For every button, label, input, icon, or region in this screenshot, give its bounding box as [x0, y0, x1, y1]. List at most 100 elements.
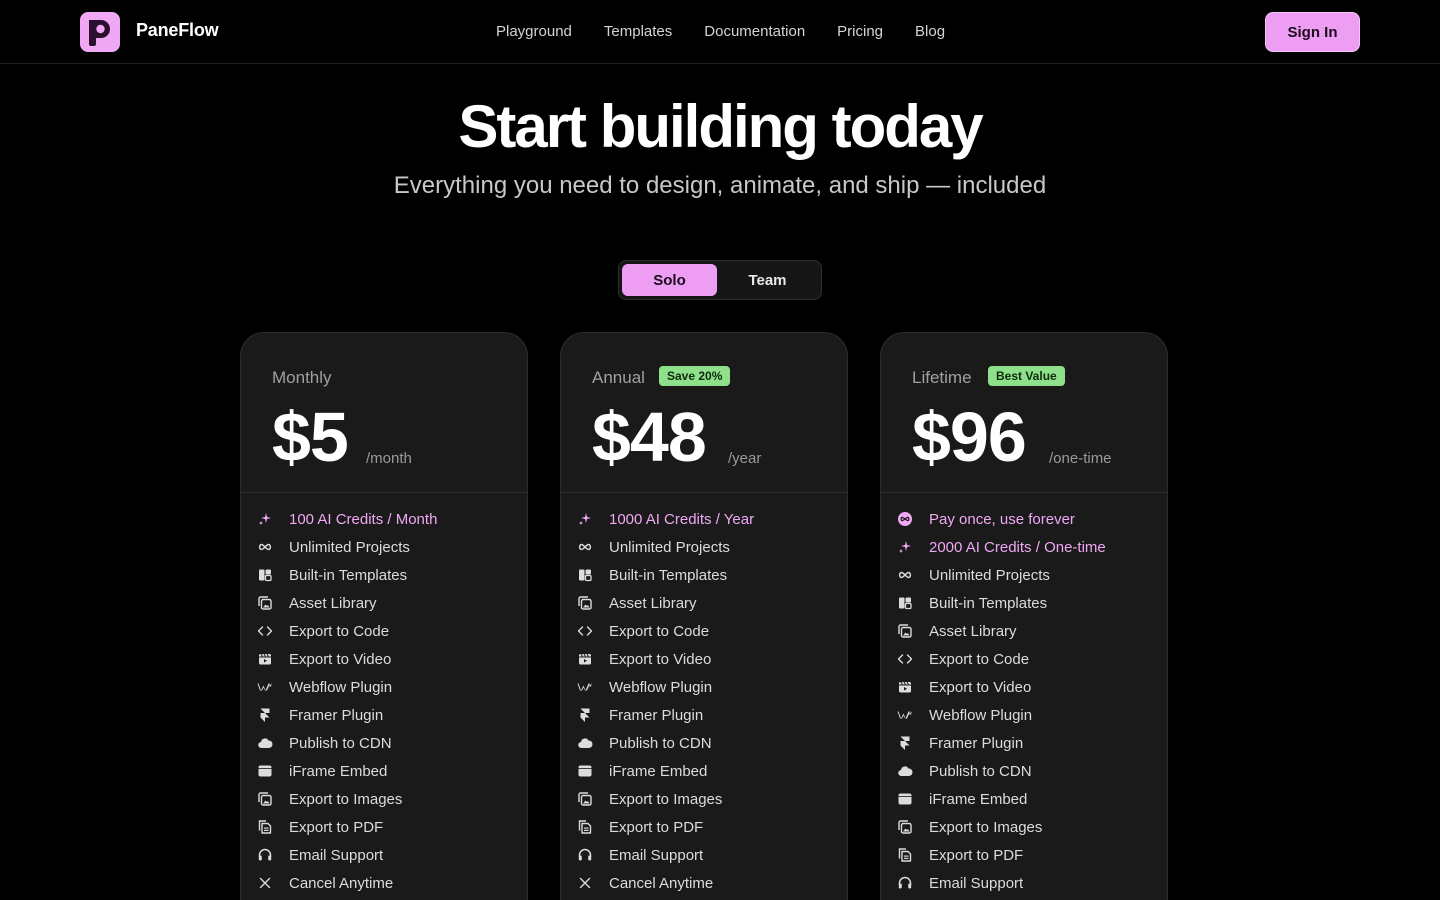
feature-item: Publish to CDN	[577, 729, 837, 757]
plan-name: Monthly	[272, 368, 332, 387]
close-icon	[257, 875, 273, 891]
feature-item: Unlimited Projects	[897, 561, 1157, 589]
pdf-icon	[577, 819, 593, 835]
feature-item: iFrame Embed	[257, 757, 517, 785]
feature-label: Unlimited Projects	[929, 566, 1050, 584]
plan-name: Lifetime	[912, 368, 972, 387]
video-icon	[577, 651, 593, 667]
feature-item: Framer Plugin	[577, 701, 837, 729]
feature-list: 100 AI Credits / Month Unlimited Projects…	[257, 505, 517, 897]
sign-in-button[interactable]: Sign In	[1265, 12, 1360, 52]
feature-label: Built-in Templates	[609, 566, 728, 584]
feature-label: Export to Video	[289, 650, 392, 668]
library-icon	[577, 595, 593, 611]
nav-pricing[interactable]: Pricing	[837, 23, 883, 41]
feature-item: Framer Plugin	[897, 729, 1157, 757]
feature-item: Export to Code	[257, 617, 517, 645]
feature-item: Export to PDF	[257, 813, 517, 841]
infinity-icon	[577, 539, 593, 555]
feature-label: Export to Images	[289, 790, 403, 808]
plan-name: Annual	[592, 368, 645, 387]
feature-label: 2000 AI Credits / One-time	[929, 538, 1106, 556]
images-icon	[577, 791, 593, 807]
plan-card-header: Monthly $5 /month	[241, 333, 527, 493]
toggle-solo[interactable]: Solo	[622, 264, 717, 296]
feature-label: Framer Plugin	[289, 706, 384, 724]
feature-item: Export to PDF	[577, 813, 837, 841]
cloud-icon	[577, 735, 593, 751]
sparkle-icon	[257, 511, 273, 527]
window-icon	[257, 763, 273, 779]
feature-item: Built-in Templates	[897, 589, 1157, 617]
feature-item: Export to Images	[577, 785, 837, 813]
feature-list: Pay once, use forever 2000 AI Credits / O…	[897, 505, 1157, 897]
feature-label: Asset Library	[929, 622, 1017, 640]
plan-period: /month	[366, 450, 412, 467]
feature-item: Publish to CDN	[897, 757, 1157, 785]
framer-icon	[257, 707, 273, 723]
nav-blog[interactable]: Blog	[915, 23, 945, 41]
window-icon	[897, 791, 913, 807]
feature-item: Webflow Plugin	[577, 673, 837, 701]
plan-card-header: Lifetime Best Value $96 /one-time	[881, 333, 1167, 493]
feature-label: Publish to CDN	[609, 734, 712, 752]
nav-documentation[interactable]: Documentation	[704, 23, 805, 41]
feature-item: Email Support	[897, 869, 1157, 897]
code-icon	[897, 651, 913, 667]
template-icon	[577, 567, 593, 583]
feature-item: Framer Plugin	[257, 701, 517, 729]
pdf-icon	[897, 847, 913, 863]
feature-label: Framer Plugin	[929, 734, 1024, 752]
sparkle-icon	[897, 539, 913, 555]
cloud-icon	[897, 763, 913, 779]
headset-icon	[897, 875, 913, 891]
feature-item: iFrame Embed	[577, 757, 837, 785]
code-icon	[577, 623, 593, 639]
nav-templates[interactable]: Templates	[604, 23, 672, 41]
webflow-icon	[897, 707, 913, 723]
feature-label: Export to Code	[609, 622, 710, 640]
toggle-team[interactable]: Team	[720, 264, 815, 296]
feature-label: Cancel Anytime	[289, 874, 394, 892]
feature-item: Export to Video	[577, 645, 837, 673]
paneflow-logo-icon[interactable]	[80, 12, 120, 52]
forever-icon	[897, 511, 913, 527]
feature-label: Pay once, use forever	[929, 510, 1075, 528]
feature-item: Asset Library	[257, 589, 517, 617]
feature-label: iFrame Embed	[929, 790, 1028, 808]
feature-label: Email Support	[609, 846, 704, 864]
brand-name[interactable]: PaneFlow	[136, 20, 219, 41]
plan-type-toggle: Solo Team	[618, 260, 822, 300]
feature-label: 100 AI Credits / Month	[289, 510, 438, 528]
feature-label: Built-in Templates	[929, 594, 1048, 612]
feature-label: iFrame Embed	[609, 762, 708, 780]
template-icon	[257, 567, 273, 583]
feature-label: Cancel Anytime	[609, 874, 714, 892]
feature-item: Cancel Anytime	[577, 869, 837, 897]
window-icon	[577, 763, 593, 779]
close-icon	[577, 875, 593, 891]
feature-label: Publish to CDN	[289, 734, 392, 752]
plan-price: $5	[272, 398, 349, 476]
plan-card-annual: Annual Save 20% $48 /year 1000 AI Credit…	[560, 332, 848, 900]
feature-label: Email Support	[929, 874, 1024, 892]
feature-item: Built-in Templates	[577, 561, 837, 589]
infinity-icon	[897, 567, 913, 583]
feature-item: Publish to CDN	[257, 729, 517, 757]
feature-item: Unlimited Projects	[577, 533, 837, 561]
nav-playground[interactable]: Playground	[496, 23, 572, 41]
feature-label: iFrame Embed	[289, 762, 388, 780]
feature-item: 100 AI Credits / Month	[257, 505, 517, 533]
feature-label: Export to Images	[609, 790, 723, 808]
main-nav: Playground Templates Documentation Prici…	[496, 23, 945, 41]
feature-label: Asset Library	[609, 594, 697, 612]
feature-label: Export to Images	[929, 818, 1043, 836]
video-icon	[257, 651, 273, 667]
webflow-icon	[577, 679, 593, 695]
save-badge: Save 20%	[659, 366, 731, 386]
library-icon	[897, 623, 913, 639]
feature-list: 1000 AI Credits / Year Unlimited Projects…	[577, 505, 837, 897]
feature-label: Webflow Plugin	[609, 678, 713, 696]
video-icon	[897, 679, 913, 695]
feature-item: Webflow Plugin	[257, 673, 517, 701]
